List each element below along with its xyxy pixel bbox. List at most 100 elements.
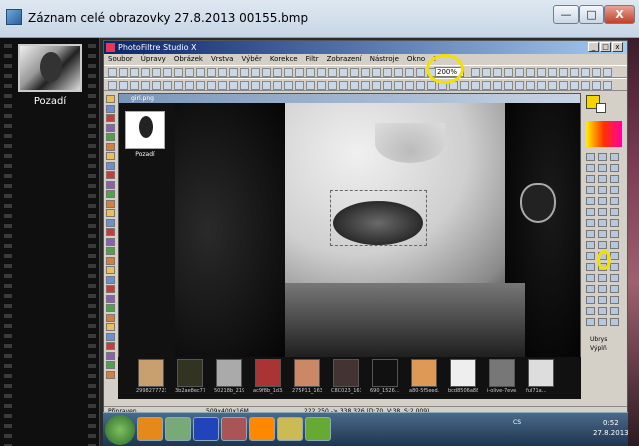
- tool-icon[interactable]: [610, 208, 619, 216]
- menu-item[interactable]: Okno: [403, 54, 429, 65]
- tool-icon[interactable]: [586, 318, 595, 326]
- toolbar-button-icon[interactable]: [416, 68, 425, 77]
- toolbar-button-icon[interactable]: [416, 81, 425, 90]
- toolbar-button-icon[interactable]: [460, 81, 469, 90]
- toolbar-button-icon[interactable]: [108, 68, 117, 77]
- tool-icon[interactable]: [598, 175, 607, 183]
- toolbar-button-icon[interactable]: [317, 68, 326, 77]
- toolbar-button-icon[interactable]: [537, 68, 546, 77]
- tool-icon[interactable]: [586, 241, 595, 249]
- toolbar-button-icon[interactable]: [581, 68, 590, 77]
- tool-icon[interactable]: [106, 123, 115, 132]
- toolbar-button-icon[interactable]: [482, 81, 491, 90]
- firefox-icon[interactable]: [137, 417, 163, 441]
- toolbar-button-icon[interactable]: [361, 68, 370, 77]
- toolbar-button-icon[interactable]: [339, 68, 348, 77]
- menu-item[interactable]: Vrstva: [207, 54, 238, 65]
- tool-icon[interactable]: [610, 307, 619, 315]
- menu-item[interactable]: Soubor: [104, 54, 137, 65]
- toolbar-button-icon[interactable]: [570, 81, 579, 90]
- toolbar-button-icon[interactable]: [152, 81, 161, 90]
- tool-icon[interactable]: [610, 318, 619, 326]
- tool-icon[interactable]: [598, 164, 607, 172]
- tool-icon[interactable]: [610, 175, 619, 183]
- color-palette[interactable]: [586, 121, 622, 147]
- selection-rectangle[interactable]: [330, 190, 427, 246]
- tool-icon[interactable]: [610, 219, 619, 227]
- menu-item[interactable]: Zobrazení: [323, 54, 366, 65]
- toolbar-button-icon[interactable]: [350, 68, 359, 77]
- tool-icon[interactable]: [586, 252, 595, 260]
- toolbar-button-icon[interactable]: [240, 68, 249, 77]
- toolbar-button-icon[interactable]: [141, 81, 150, 90]
- start-button[interactable]: [105, 415, 135, 445]
- toolbar-button-icon[interactable]: [559, 81, 568, 90]
- menu-item[interactable]: Obrázek: [170, 54, 207, 65]
- toolbar-button-icon[interactable]: [207, 81, 216, 90]
- tool-icon[interactable]: [106, 142, 115, 151]
- toolbar-button-icon[interactable]: [262, 81, 271, 90]
- toolbar-button-icon[interactable]: [504, 68, 513, 77]
- toolbar-button-icon[interactable]: [405, 68, 414, 77]
- tool-icon[interactable]: [586, 186, 595, 194]
- tool-icon[interactable]: [106, 361, 115, 369]
- tool-icon[interactable]: [586, 230, 595, 238]
- tool-icon[interactable]: [610, 296, 619, 304]
- app-minimize-button[interactable]: _: [588, 42, 599, 52]
- toolbar-button-icon[interactable]: [372, 68, 381, 77]
- menu-item[interactable]: Výběr: [237, 54, 265, 65]
- toolbar-button-icon[interactable]: [306, 81, 315, 90]
- tool-icon[interactable]: [598, 285, 607, 293]
- toolbar-button-icon[interactable]: [119, 81, 128, 90]
- toolbar-button-icon[interactable]: [548, 68, 557, 77]
- toolbar-button-icon[interactable]: [493, 68, 502, 77]
- film-thumbnail[interactable]: [333, 359, 359, 387]
- menu-item[interactable]: Nástroje: [366, 54, 403, 65]
- tool-icon[interactable]: [586, 164, 595, 172]
- toolbar-button-icon[interactable]: [240, 81, 249, 90]
- menu-item[interactable]: Úpravy: [137, 54, 170, 65]
- film-thumbnail[interactable]: [216, 359, 242, 387]
- tool-icon[interactable]: [106, 351, 115, 360]
- menu-item[interactable]: Korekce: [266, 54, 302, 65]
- toolbar-button-icon[interactable]: [482, 68, 491, 77]
- language-indicator[interactable]: CS: [513, 419, 521, 426]
- tool-icon[interactable]: [106, 180, 115, 189]
- media-icon[interactable]: [193, 417, 219, 441]
- tool-icon[interactable]: [106, 161, 115, 170]
- tool-icon[interactable]: [106, 104, 115, 113]
- toolbar-button-icon[interactable]: [130, 68, 139, 77]
- app-close-button[interactable]: x: [612, 42, 623, 52]
- close-button[interactable]: X: [604, 5, 635, 24]
- photofiltre-icon[interactable]: [305, 417, 331, 441]
- tool-icon[interactable]: [586, 175, 595, 183]
- tool-icon[interactable]: [610, 153, 619, 161]
- tool-icon[interactable]: [106, 370, 115, 379]
- layer-thumbnail[interactable]: [125, 111, 165, 149]
- background-color-swatch[interactable]: [596, 103, 606, 113]
- toolbar-button-icon[interactable]: [163, 68, 172, 77]
- toolbar-button-icon[interactable]: [405, 81, 414, 90]
- toolbar-button-icon[interactable]: [471, 81, 480, 90]
- toolbar-button-icon[interactable]: [273, 68, 282, 77]
- tool-icon[interactable]: [586, 296, 595, 304]
- toolbar-button-icon[interactable]: [548, 81, 557, 90]
- toolbar-button-icon[interactable]: [471, 68, 480, 77]
- tool-icon[interactable]: [586, 219, 595, 227]
- tool-icon[interactable]: [106, 285, 115, 293]
- app-maximize-button[interactable]: □: [600, 42, 611, 52]
- tool-icon[interactable]: [586, 285, 595, 293]
- toolbar-button-icon[interactable]: [526, 68, 535, 77]
- tool-icon[interactable]: [106, 247, 115, 255]
- tool-icon[interactable]: [598, 241, 607, 249]
- tool-icon[interactable]: [106, 323, 115, 331]
- toolbar-button-icon[interactable]: [350, 81, 359, 90]
- tool-icon[interactable]: [106, 332, 115, 341]
- tool-icon[interactable]: [598, 274, 607, 282]
- tool-icon[interactable]: [610, 285, 619, 293]
- toolbar-button-icon[interactable]: [163, 81, 172, 90]
- app-icon[interactable]: [165, 417, 191, 441]
- toolbar-button-icon[interactable]: [273, 81, 282, 90]
- toolbar-button-icon[interactable]: [218, 81, 227, 90]
- toolbar-button-icon[interactable]: [427, 81, 436, 90]
